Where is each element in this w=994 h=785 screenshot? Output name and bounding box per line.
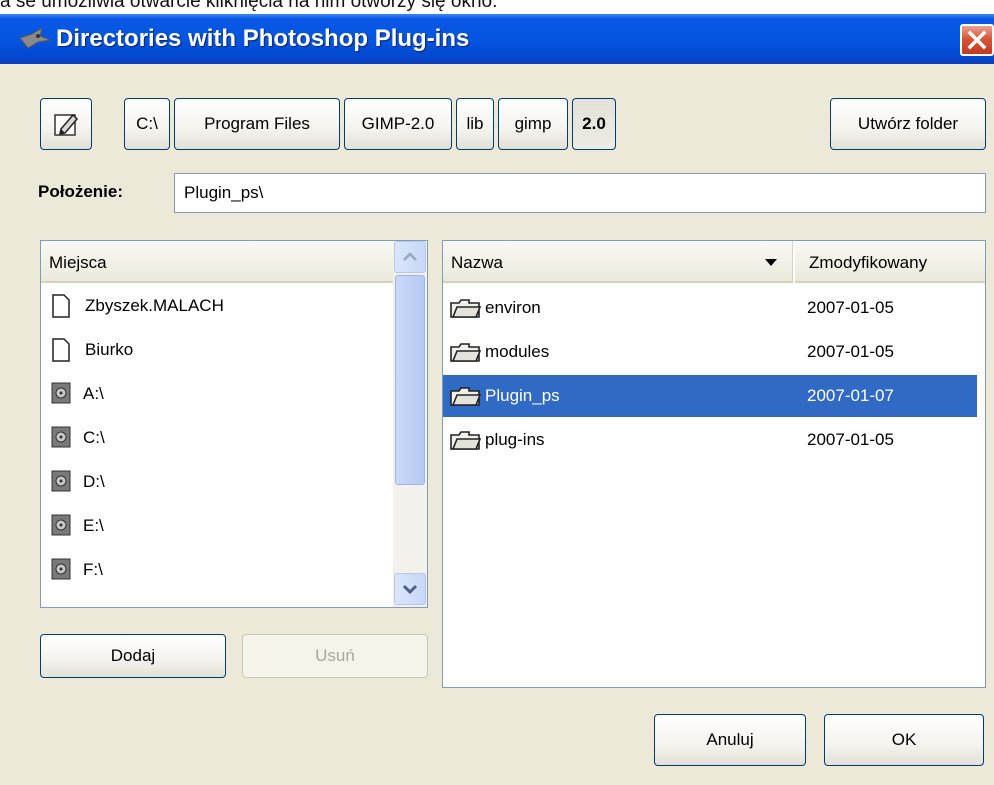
- gimp-wilber-icon: [19, 26, 52, 49]
- file-modified: 2007-01-05: [807, 298, 894, 317]
- document-icon: [52, 338, 70, 362]
- file-name: plug-ins: [485, 430, 545, 449]
- edit-location-button[interactable]: [40, 98, 92, 150]
- file-row-selected[interactable]: Plugin_ps 2007-01-07: [443, 375, 977, 417]
- place-label: F:\: [83, 560, 103, 579]
- scroll-thumb[interactable]: [395, 275, 425, 485]
- folder-icon: [450, 431, 481, 450]
- scroll-up-button[interactable]: [394, 241, 426, 273]
- file-row[interactable]: modules 2007-01-05: [443, 331, 985, 373]
- chevron-up-icon: [403, 252, 417, 261]
- drive-icon: [51, 426, 71, 448]
- close-icon: [967, 30, 987, 50]
- path-segment-gimp-2-0[interactable]: GIMP-2.0: [344, 98, 452, 150]
- folder-icon: [450, 299, 481, 318]
- files-panel: Nazwa Zmodyfikowany environ 2007-01-05 m…: [442, 240, 986, 688]
- document-icon: [52, 294, 70, 318]
- add-place-button[interactable]: Dodaj: [40, 634, 226, 678]
- places-scrollbar[interactable]: [393, 241, 427, 607]
- file-modified: 2007-01-07: [807, 386, 894, 405]
- title-bar: Directories with Photoshop Plug-ins: [0, 14, 994, 64]
- path-segment-program-files[interactable]: Program Files: [174, 98, 340, 150]
- place-item[interactable]: A:\: [41, 373, 391, 415]
- place-item[interactable]: D:\: [41, 461, 391, 503]
- sort-down-icon: [765, 259, 777, 266]
- file-row[interactable]: plug-ins 2007-01-05: [443, 419, 985, 461]
- path-segment-2-0[interactable]: 2.0: [572, 98, 616, 150]
- folder-icon: [450, 343, 481, 362]
- chevron-down-icon: [402, 584, 418, 595]
- place-item[interactable]: Biurko: [41, 329, 391, 371]
- top-caption: a se umożliwia otwarcie kliknięcia na ni…: [0, 0, 498, 11]
- drive-icon: [51, 514, 71, 536]
- scroll-down-button[interactable]: [394, 573, 426, 605]
- dialog-content: C:\ Program Files GIMP-2.0 lib gimp 2.0 …: [8, 64, 994, 785]
- window-title: Directories with Photoshop Plug-ins: [56, 25, 470, 52]
- file-name: modules: [485, 342, 550, 361]
- place-label: A:\: [83, 384, 104, 403]
- place-label: Zbyszek.MALACH: [85, 296, 224, 315]
- path-segment-gimp[interactable]: gimp: [498, 98, 568, 150]
- drive-icon: [51, 382, 71, 404]
- remove-place-button[interactable]: Usuń: [242, 634, 428, 678]
- place-item[interactable]: C:\: [41, 417, 391, 459]
- pencil-edit-icon: [54, 113, 79, 136]
- place-label: D:\: [83, 472, 105, 491]
- places-header[interactable]: Miejsca: [41, 241, 393, 283]
- file-row[interactable]: environ 2007-01-05: [443, 287, 985, 329]
- file-name: environ: [485, 298, 541, 317]
- cancel-button[interactable]: Anuluj: [654, 714, 806, 766]
- location-input[interactable]: Plugin_ps\: [174, 173, 986, 213]
- drive-icon: [51, 558, 71, 580]
- place-label: C:\: [83, 428, 105, 447]
- file-name: Plugin_ps: [485, 386, 560, 405]
- path-segment-c[interactable]: C:\: [124, 98, 170, 150]
- place-item[interactable]: E:\: [41, 505, 391, 547]
- drive-icon: [51, 470, 71, 492]
- folder-icon: [450, 387, 481, 406]
- name-column-header[interactable]: Nazwa: [443, 241, 793, 283]
- file-modified: 2007-01-05: [807, 430, 894, 449]
- file-modified: 2007-01-05: [807, 342, 894, 361]
- places-panel: Miejsca Zbyszek.MALACH Biurko A:\ C:\ D:…: [40, 240, 428, 608]
- place-label: Biurko: [85, 340, 134, 359]
- ok-button[interactable]: OK: [824, 714, 984, 766]
- name-column-label: Nazwa: [451, 253, 503, 272]
- place-item[interactable]: F:\: [41, 549, 391, 591]
- path-segment-lib[interactable]: lib: [456, 98, 494, 150]
- modified-column-header[interactable]: Zmodyfikowany: [795, 241, 985, 283]
- close-button[interactable]: [960, 24, 994, 56]
- place-item[interactable]: Zbyszek.MALACH: [41, 285, 391, 327]
- create-folder-button[interactable]: Utwórz folder: [830, 98, 986, 150]
- location-label: Położenie:: [38, 182, 124, 201]
- dialog-window: Directories with Photoshop Plug-ins C:\ …: [0, 14, 994, 785]
- place-label: E:\: [83, 516, 104, 535]
